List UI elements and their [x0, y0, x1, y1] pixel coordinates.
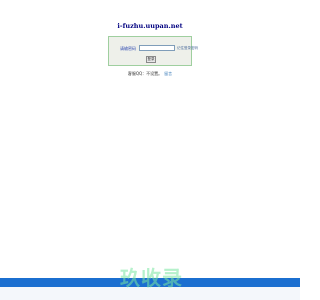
site-title: i-fuzhu.uupan.net — [117, 22, 183, 30]
footer-contact-text: 客服QQ：不设置。 — [127, 71, 163, 76]
remember-password-link[interactable]: 记住登录密码 — [177, 46, 198, 51]
watermark-logo: 玖收录 — [120, 266, 183, 290]
guestbook-link[interactable]: 留言 — [164, 71, 172, 76]
login-form: 请输密码 记住登录密码 登录 — [108, 36, 198, 66]
password-row: 请输密码 记住登录密码 — [109, 45, 198, 53]
password-input[interactable] — [139, 45, 175, 51]
footer-contact: 客服QQ：不设置。 留言 — [0, 71, 300, 77]
password-label: 请输密码 — [120, 46, 136, 51]
login-button[interactable]: 登录 — [146, 56, 156, 63]
